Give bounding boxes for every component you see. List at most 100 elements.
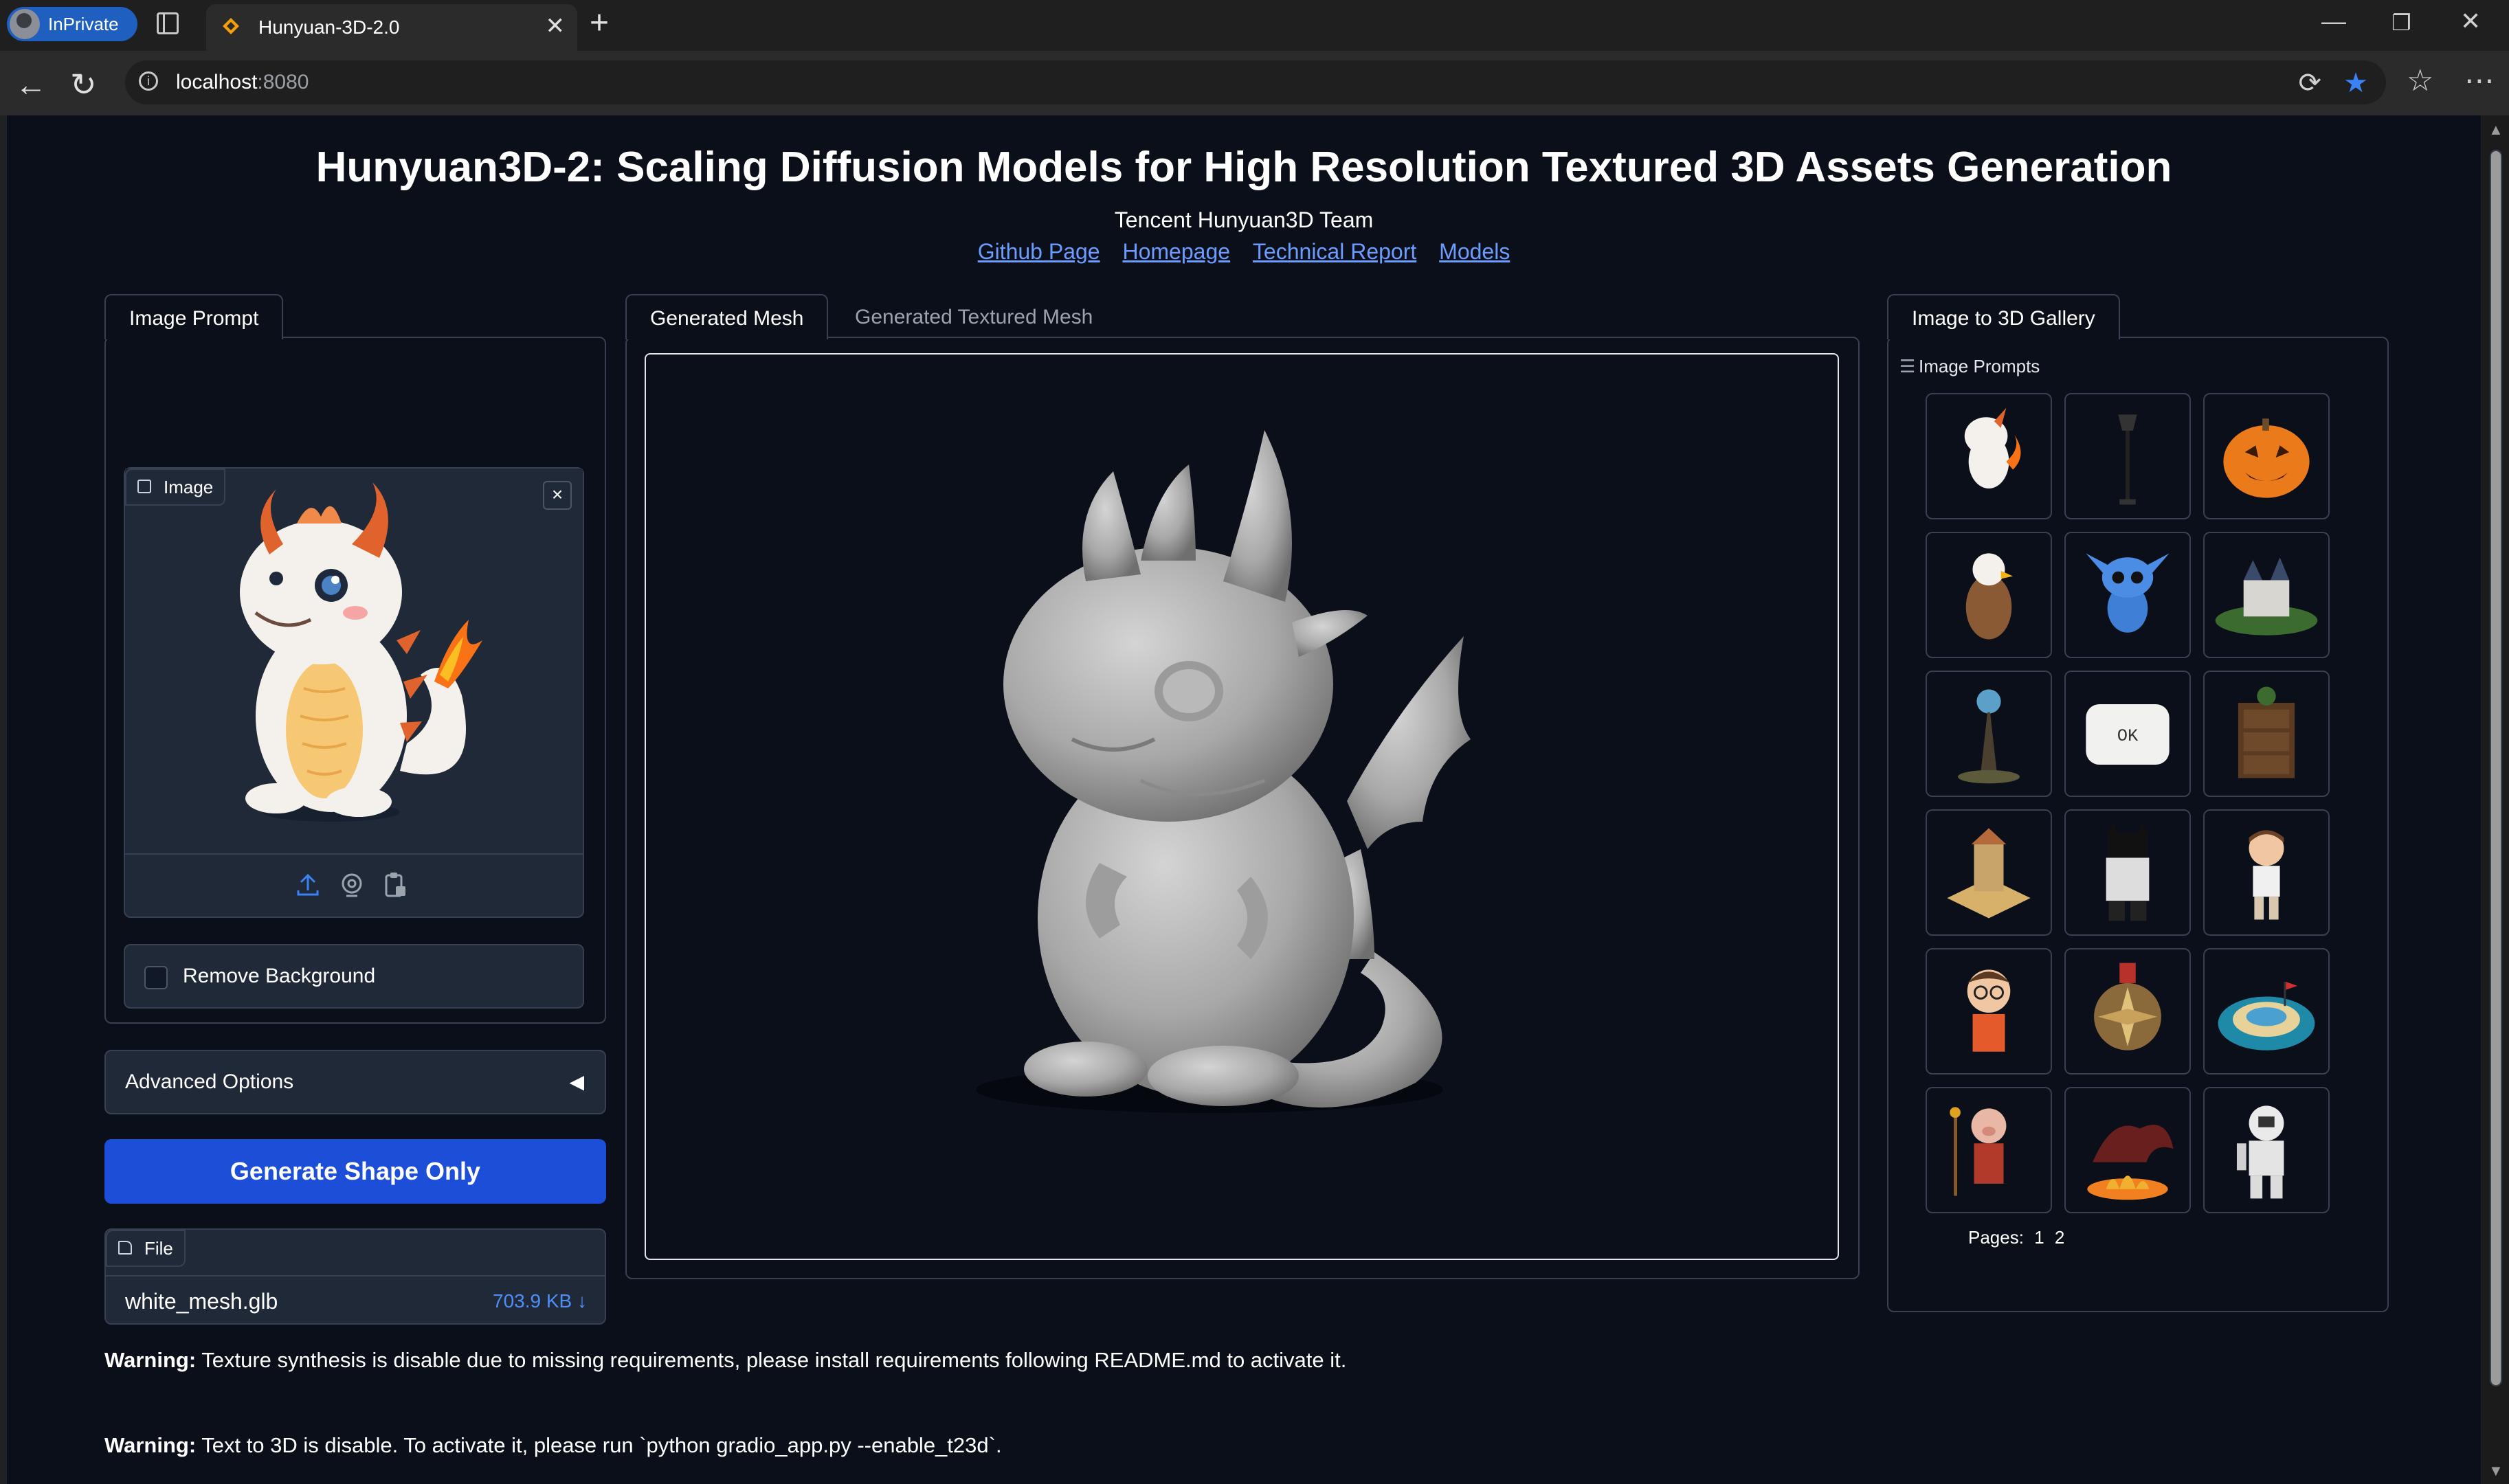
inprivate-label: InPrivate	[48, 13, 119, 34]
tab-image-prompt[interactable]: Image Prompt	[104, 294, 284, 339]
clipboard-icon[interactable]	[381, 871, 408, 899]
gallery-pagination: Pages: 1 2	[1968, 1227, 2064, 1248]
close-window-icon[interactable]: ✕	[2460, 7, 2481, 36]
file-download-link[interactable]: 703.9 KB ↓	[493, 1290, 587, 1312]
tab-image-to-3d-gallery[interactable]: Image to 3D Gallery	[1887, 294, 2120, 339]
street-lamp-image	[2118, 414, 2137, 505]
gallery-thumb-ok-pillow[interactable]: OK	[2064, 671, 2191, 797]
gallery-thumb-fire-dragon[interactable]	[2064, 1087, 2191, 1213]
remove-background-option[interactable]: Remove Background	[124, 944, 584, 1009]
eagle-image	[1965, 553, 2014, 640]
file-divider	[106, 1275, 605, 1277]
3d-model-viewer[interactable]	[645, 353, 1839, 1260]
gallery-thumb-dragon[interactable]	[1926, 393, 2052, 519]
browser-tab-bar: InPrivate Hunyuan-3D-2.0 ✕ + — ❐ ✕	[0, 0, 2509, 51]
wooden-cabinet-image	[2238, 686, 2295, 778]
url-bar[interactable]: i localhost:8080 ⟳ ★	[125, 60, 2386, 104]
gallery-thumb-eagle[interactable]	[1926, 532, 2052, 658]
crystal-tree-image	[1958, 689, 2020, 784]
link-github[interactable]: Github Page	[978, 239, 1100, 264]
page-1-link[interactable]: 1	[2034, 1227, 2044, 1248]
output-file-box: File white_mesh.glb 703.9 KB ↓	[104, 1228, 606, 1325]
link-technical-report[interactable]: Technical Report	[1253, 239, 1416, 264]
generate-shape-button[interactable]: Generate Shape Only	[104, 1139, 606, 1204]
new-tab-icon[interactable]: +	[590, 4, 609, 42]
link-models[interactable]: Models	[1439, 239, 1510, 264]
page-2-link[interactable]: 2	[2055, 1227, 2064, 1248]
minimize-icon[interactable]: —	[2321, 7, 2346, 36]
inprivate-badge[interactable]: InPrivate	[7, 7, 137, 41]
close-tab-icon[interactable]: ✕	[546, 12, 566, 40]
scroll-up-icon[interactable]: ▲	[2488, 121, 2504, 139]
list-icon: ☰	[1899, 356, 1916, 376]
more-menu-icon[interactable]: ⋯	[2464, 63, 2495, 98]
advanced-options-accordion[interactable]: Advanced Options ◀	[104, 1050, 606, 1114]
remove-background-checkbox[interactable]	[144, 966, 168, 989]
back-icon[interactable]: ←	[15, 66, 47, 103]
gallery-thumb-astronaut[interactable]	[2203, 1087, 2330, 1213]
fire-dragon-image	[2087, 1125, 2174, 1200]
site-info-icon[interactable]: i	[139, 71, 158, 91]
dragon-mesh-render	[976, 430, 1471, 1113]
boy-figure-image	[2249, 830, 2284, 920]
astronaut-image	[2236, 1105, 2284, 1199]
gallery-thumb-crystal-tree[interactable]	[1926, 671, 2052, 797]
gallery-label: Image Prompts	[1919, 356, 2040, 376]
scroll-down-icon[interactable]: ▼	[2488, 1462, 2504, 1480]
warning-texture: Warning: Texture synthesis is disable du…	[104, 1348, 1347, 1372]
gallery-thumb-boy-glasses[interactable]	[1926, 948, 2052, 1075]
url-text: localhost:8080	[176, 71, 309, 93]
advanced-options-label: Advanced Options	[125, 1070, 294, 1093]
tab-actions-icon[interactable]	[157, 12, 179, 34]
svg-text:OK: OK	[2117, 726, 2139, 746]
gallery-thumb-street-lamp[interactable]	[2064, 393, 2191, 519]
gallery-thumb-castle[interactable]	[2203, 532, 2330, 658]
dragon-image	[1964, 407, 2021, 488]
favorite-star-icon[interactable]: ★	[2343, 67, 2368, 99]
gallery-thumb-wooden-cabinet[interactable]	[2203, 671, 2330, 797]
gallery-thumb-stitch[interactable]	[2064, 532, 2191, 658]
island-image	[2218, 981, 2315, 1050]
profile-avatar	[10, 9, 40, 39]
page-title: Hunyuan3D-2: Scaling Diffusion Models fo…	[315, 144, 2172, 191]
pig-warrior-image	[1950, 1107, 2007, 1196]
gallery-thumb-boy-figure[interactable]	[2203, 809, 2330, 936]
page-scrollbar[interactable]: ▲ ▼	[2482, 115, 2509, 1484]
restore-icon[interactable]: ❐	[2391, 10, 2411, 36]
favicon-icon	[223, 18, 239, 34]
browser-tab[interactable]: Hunyuan-3D-2.0 ✕	[206, 4, 577, 51]
image-chip: Image	[125, 469, 226, 506]
file-icon	[118, 1241, 132, 1255]
ok-pillow-image: OK	[2086, 704, 2170, 765]
refresh-icon[interactable]: ↻	[70, 66, 97, 103]
image-upload-card[interactable]: Image ×	[124, 467, 584, 918]
upload-icon[interactable]	[294, 871, 322, 899]
dragon-image	[240, 482, 482, 822]
tab-generated-textured-mesh[interactable]: Generated Textured Mesh	[832, 294, 1116, 341]
team-name: Tencent Hunyuan3D Team	[1114, 207, 1374, 232]
gallery-thumb-lego-batman[interactable]	[2064, 809, 2191, 936]
gallery-thumb-jack-o-lantern[interactable]	[2203, 393, 2330, 519]
stitch-image	[2086, 553, 2170, 633]
image-preview: Image ×	[125, 469, 583, 853]
reader-mode-icon[interactable]: ⟳	[2298, 67, 2321, 99]
temple-image	[1947, 828, 2031, 919]
scrollbar-thumb[interactable]	[2490, 150, 2502, 1386]
tab-generated-mesh[interactable]: Generated Mesh	[625, 294, 829, 339]
favorites-icon[interactable]: ☆	[2407, 63, 2433, 98]
lego-batman-image	[2106, 822, 2150, 921]
tab-title: Hunyuan-3D-2.0	[258, 16, 400, 38]
boy-glasses-image	[1967, 969, 2011, 1052]
clear-image-button[interactable]: ×	[543, 481, 572, 510]
image-source-toolbar	[125, 853, 583, 918]
link-homepage[interactable]: Homepage	[1122, 239, 1230, 264]
jack-o-lantern-image	[2223, 418, 2310, 498]
gallery-thumb-island[interactable]	[2203, 948, 2330, 1075]
collapse-arrow-icon: ◀	[569, 1071, 584, 1092]
gallery-thumb-temple[interactable]	[1926, 809, 2052, 936]
gallery-thumb-compass-medal[interactable]	[2064, 948, 2191, 1075]
header-links: Github Page Homepage Technical Report Mo…	[7, 239, 2481, 265]
app-page: Hunyuan3D-2: Scaling Diffusion Models fo…	[7, 115, 2481, 1484]
webcam-icon[interactable]	[338, 871, 366, 899]
gallery-thumb-pig-warrior[interactable]	[1926, 1087, 2052, 1213]
